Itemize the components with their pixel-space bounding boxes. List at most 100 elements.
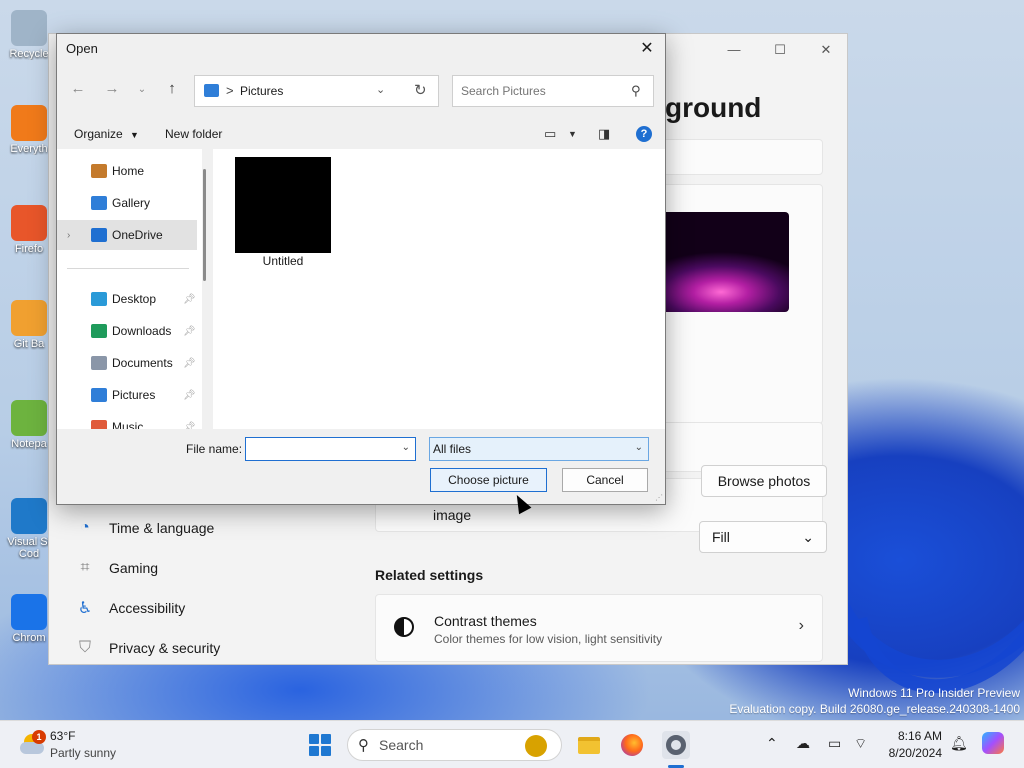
- desktop-shortcut[interactable]: Visual St Cod: [4, 498, 54, 560]
- home-icon: [91, 164, 107, 178]
- help-icon[interactable]: ?: [636, 126, 652, 142]
- page-title: ground: [665, 92, 762, 123]
- preview-pane-icon[interactable]: ◨: [598, 126, 610, 142]
- nav-item-pictures[interactable]: Pictures 📌︎: [57, 380, 197, 410]
- file-name-untitled[interactable]: Untitled: [235, 254, 331, 268]
- recent-chevron-icon[interactable]: ⌄: [132, 84, 152, 95]
- contrast-title: Contrast themes: [434, 613, 537, 629]
- windows-logo-icon: [309, 746, 319, 756]
- onedrive-icon: [91, 228, 107, 242]
- file-name-field[interactable]: ⌄: [245, 437, 416, 461]
- search-box[interactable]: ⚲: [452, 75, 654, 107]
- desktop-shortcut[interactable]: Recycle: [4, 10, 54, 60]
- pin-icon: 📌︎: [183, 421, 196, 430]
- firefox-icon[interactable]: [618, 731, 646, 759]
- nav-item-label: Downloads: [112, 324, 172, 338]
- desktop-shortcut[interactable]: Chrom: [4, 594, 54, 644]
- nav-item-documents[interactable]: Documents 📌︎: [57, 348, 197, 378]
- weather-desc[interactable]: Partly sunny: [50, 746, 116, 760]
- contrast-themes-card[interactable]: Contrast themes Color themes for low vis…: [375, 594, 823, 662]
- taskbar-search[interactable]: ⚲ Search: [347, 729, 562, 761]
- nav-item-music[interactable]: Music 📌︎: [57, 412, 197, 429]
- desktop-shortcut[interactable]: Firefo: [4, 205, 54, 255]
- desktop-shortcut[interactable]: Everyth: [4, 105, 54, 155]
- search-input[interactable]: [461, 84, 627, 98]
- accessibility-icon: ♿: [77, 600, 93, 617]
- chevron-down-icon[interactable]: ⌄: [376, 83, 385, 96]
- minimize-icon[interactable]: —: [719, 42, 749, 57]
- onedrive-offline-icon[interactable]: ☁: [796, 735, 810, 752]
- nav-item-onedrive[interactable]: › OneDrive: [57, 220, 197, 250]
- nav-label: Gaming: [109, 560, 159, 576]
- notification-badge: 1: [32, 730, 46, 744]
- browse-photos-button[interactable]: Browse photos: [701, 465, 827, 497]
- expand-chevron-icon[interactable]: ›: [67, 230, 70, 241]
- desktop-icon: [91, 292, 107, 306]
- pin-icon: 📌︎: [183, 357, 196, 369]
- chevron-down-icon[interactable]: ⌄: [402, 442, 410, 453]
- weather-temp[interactable]: 63°F: [50, 729, 75, 743]
- close-icon[interactable]: ✕: [811, 42, 841, 58]
- pin-icon: 📌︎: [183, 293, 196, 305]
- chevron-right-icon: ›: [798, 617, 804, 634]
- nav-privacy-security[interactable]: ⛉ Privacy & security: [75, 638, 220, 658]
- address-bar[interactable]: > Pictures ⌄ ↻: [194, 75, 439, 107]
- file-thumbnail[interactable]: [235, 157, 331, 253]
- pictures-folder-icon: [204, 84, 219, 97]
- background-preview-image: [661, 212, 789, 312]
- related-settings-heading: Related settings: [375, 567, 484, 583]
- view-icon[interactable]: ▭: [544, 126, 556, 142]
- file-name-input[interactable]: [250, 439, 400, 459]
- settings-gear-icon[interactable]: [662, 731, 690, 759]
- copilot-icon[interactable]: [982, 732, 1004, 754]
- file-explorer-icon[interactable]: [575, 731, 603, 759]
- recycle-bin-icon: [11, 10, 47, 46]
- nav-item-home[interactable]: Home: [57, 156, 197, 186]
- notification-bell-icon[interactable]: 🔔︎: [950, 735, 968, 752]
- back-arrow-icon[interactable]: ←: [68, 80, 88, 97]
- vscode-icon: [11, 498, 47, 534]
- view-options-chevron-icon[interactable]: ▼: [568, 129, 577, 139]
- display-icon[interactable]: ▭: [828, 735, 841, 752]
- clock-date[interactable]: 8/20/2024: [876, 746, 942, 760]
- nav-item-label: Music: [112, 420, 144, 429]
- contrast-subtitle: Color themes for low vision, light sensi…: [434, 632, 663, 646]
- organize-button[interactable]: Organize ▼: [74, 127, 139, 141]
- resize-grip-icon[interactable]: ⋰: [655, 493, 663, 502]
- nav-item-desktop[interactable]: Desktop 📌︎: [57, 284, 197, 314]
- clock-time[interactable]: 8:16 AM: [876, 729, 942, 743]
- fit-dropdown[interactable]: Fill ⌄: [699, 521, 827, 553]
- nav-gaming[interactable]: ⌗ Gaming: [75, 558, 158, 578]
- nav-accessibility[interactable]: ♿ Accessibility: [75, 598, 185, 618]
- maximize-icon[interactable]: ☐: [765, 42, 795, 58]
- desktop-shortcut-label: Git Ba: [13, 338, 45, 350]
- search-highlight-icon: [525, 735, 547, 757]
- nav-item-label: Desktop: [112, 292, 157, 306]
- nav-time-language[interactable]: ◔ Time & language: [75, 518, 214, 538]
- nav-scrollbar[interactable]: [203, 169, 206, 281]
- nav-item-gallery[interactable]: Gallery: [57, 188, 197, 218]
- search-icon: ⚲: [358, 737, 369, 754]
- file-type-select[interactable]: All files ⌄: [429, 437, 649, 461]
- network-icon[interactable]: ⌔: [854, 735, 867, 753]
- chevron-up-icon[interactable]: ⌃: [766, 735, 778, 752]
- new-folder-button[interactable]: New folder: [165, 127, 222, 141]
- open-file-dialog: Open ✕ ← → ⌄ ↑ > Pictures ⌄ ↻ ⚲ Organize…: [56, 33, 666, 505]
- refresh-icon[interactable]: ↻: [414, 81, 427, 99]
- close-icon[interactable]: ✕: [635, 36, 659, 60]
- choose-picture-button[interactable]: Choose picture: [430, 468, 547, 492]
- nav-item-downloads[interactable]: Downloads 📌︎: [57, 316, 197, 346]
- windows-logo-icon: [321, 734, 331, 744]
- forward-arrow-icon[interactable]: →: [102, 80, 122, 97]
- start-button[interactable]: [309, 734, 331, 756]
- breadcrumb-pictures[interactable]: Pictures: [240, 84, 283, 98]
- organize-label: Organize: [74, 127, 123, 141]
- desktop-shortcut[interactable]: Git Ba: [4, 300, 54, 350]
- taskbar: 1 63°F Partly sunny ⚲ Search ⌃ ☁ ▭ ⌔ 8:1…: [0, 720, 1024, 768]
- desktop-shortcut[interactable]: Notepa: [4, 400, 54, 450]
- cancel-button[interactable]: Cancel: [562, 468, 648, 492]
- pin-icon: 📌︎: [183, 389, 196, 401]
- weather-widget[interactable]: 1: [20, 730, 46, 754]
- firefox-icon: [11, 205, 47, 241]
- up-arrow-icon[interactable]: ↑: [162, 80, 182, 97]
